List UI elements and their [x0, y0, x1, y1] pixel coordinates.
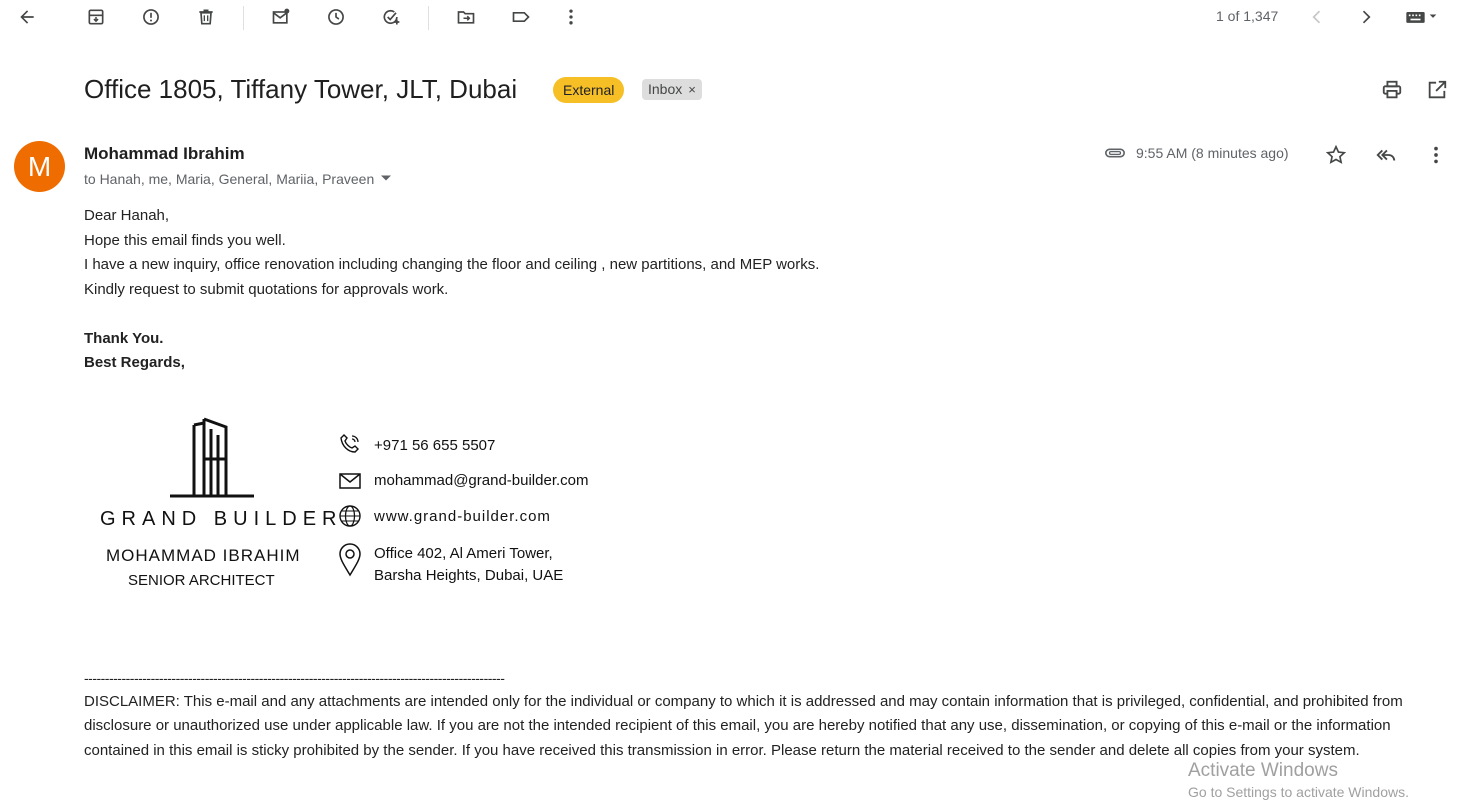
signature-phone-row: +971 56 655 5507	[338, 432, 495, 456]
thanks-line: Thank You.	[84, 329, 164, 347]
activation-watermark-subtitle: Go to Settings to activate Windows.	[1188, 784, 1409, 800]
body-line: Kindly request to submit quotations for …	[84, 280, 449, 298]
greeting: Dear Hanah,	[84, 207, 170, 224]
regards-line: Best Regards,	[84, 354, 185, 371]
attachment-icon	[1102, 140, 1128, 166]
remove-label-icon[interactable]: ×	[688, 79, 696, 100]
keyboard-icon[interactable]	[1400, 4, 1446, 30]
more-vert-icon[interactable]	[558, 4, 584, 30]
signature-website-row: www.grand-builder.com	[338, 504, 551, 528]
show-details-icon[interactable]	[380, 171, 392, 187]
location-pin-icon	[339, 543, 361, 577]
avatar[interactable]: M	[14, 141, 65, 192]
archive-icon[interactable]	[83, 4, 109, 30]
add-task-icon[interactable]	[378, 4, 404, 30]
report-spam-icon[interactable]	[138, 4, 164, 30]
address-line: Barsha Heights, Dubai, UAE	[374, 567, 564, 584]
signature-email[interactable]: mohammad@grand-builder.com	[374, 469, 589, 489]
recipients-text: to Hanah, me, Maria, General, Mariia, Pr…	[84, 171, 375, 187]
globe-icon	[339, 505, 361, 527]
disclaimer: DISCLAIMER: This e-mail and any attachme…	[84, 693, 1403, 759]
star-icon[interactable]	[1323, 142, 1349, 168]
email-subject: Office 1805, Tiffany Tower, JLT, Dubai	[84, 74, 518, 104]
print-icon[interactable]	[1379, 77, 1405, 103]
open-new-window-icon[interactable]	[1424, 77, 1450, 103]
signature-website[interactable]: www.grand-builder.com	[374, 504, 551, 525]
address-line: Office 402, Al Ameri Tower,	[374, 545, 553, 562]
move-to-icon[interactable]	[453, 4, 479, 30]
snooze-icon[interactable]	[323, 4, 349, 30]
delete-icon[interactable]	[193, 4, 219, 30]
signature-brand: GRAND BUILDER	[100, 508, 343, 530]
email-body: Dear Hanah, Hope this email finds you we…	[84, 204, 819, 376]
signature-phone[interactable]: +971 56 655 5507	[374, 432, 495, 454]
timestamp: 9:55 AM (8 minutes ago)	[1136, 145, 1289, 161]
body-line: I have a new inquiry, office renovation …	[84, 256, 820, 273]
chevron-right-icon[interactable]	[1353, 4, 1379, 30]
reply-all-icon[interactable]	[1373, 142, 1399, 168]
body-line: Hope this email finds you well.	[84, 231, 286, 249]
recipients: to Hanah, me, Maria, General, Mariia, Pr…	[84, 171, 392, 187]
mail-icon	[339, 473, 361, 489]
pagination-count: 1 of 1,347	[1216, 8, 1279, 24]
inbox-label: Inbox ×	[642, 79, 702, 100]
signature-name: MOHAMMAD IBRAHIM	[106, 546, 301, 565]
activation-watermark-title: Activate Windows	[1188, 760, 1338, 781]
toolbar-divider	[428, 6, 429, 30]
back-arrow-icon[interactable]	[14, 4, 40, 30]
signature-address: Office 402, Al Ameri Tower, Barsha Heigh…	[374, 543, 563, 587]
external-label: External	[553, 77, 625, 103]
sender-name[interactable]: Mohammad Ibrahim	[84, 144, 245, 164]
signature-title: SENIOR ARCHITECT	[128, 572, 275, 589]
mark-unread-icon[interactable]	[268, 4, 294, 30]
signature-email-row: mohammad@grand-builder.com	[338, 469, 589, 493]
phone-icon	[340, 434, 359, 453]
label-icon[interactable]	[508, 4, 534, 30]
inbox-label-text: Inbox	[648, 81, 683, 97]
toolbar: 1 of 1,347	[0, 0, 1459, 36]
more-options-icon[interactable]	[1423, 142, 1449, 168]
signature-address-row: Office 402, Al Ameri Tower, Barsha Heigh…	[338, 543, 563, 587]
chevron-left-icon[interactable]	[1304, 4, 1330, 30]
divider-line: ----------------------------------------…	[84, 670, 505, 686]
toolbar-divider	[243, 6, 244, 30]
